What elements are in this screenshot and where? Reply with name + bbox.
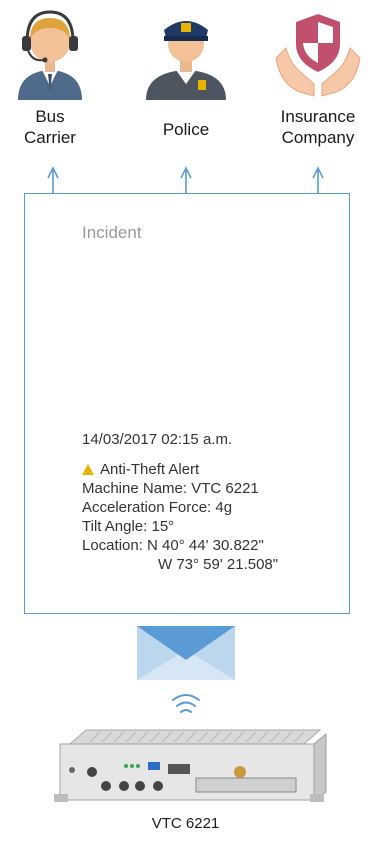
warning-icon (82, 464, 94, 475)
headset-agent-icon (18, 10, 82, 100)
insurance-shield-icon (275, 14, 361, 97)
recipient-police-label: Police (162, 120, 210, 139)
incident-title: Incident (82, 223, 142, 242)
machine-name: Machine Name: VTC 6221 (82, 480, 259, 497)
tilt-angle: Tilt Angle: 15° (82, 518, 175, 535)
alert-line: Anti-Theft Alert (82, 460, 199, 479)
recipient-bus-carrier-label: Bus Carrier (24, 107, 76, 147)
recipient-insurance-label: Insurance Company (280, 107, 356, 147)
police-officer-icon (146, 21, 226, 100)
envelope-icon (137, 626, 235, 680)
location-line-1: Location: N 40° 44' 30.822" (82, 537, 264, 554)
device-box-icon (54, 729, 327, 802)
alert-text: Anti-Theft Alert (100, 461, 200, 478)
acceleration-force: Acceleration Force: 4g (82, 499, 233, 516)
device-label: VTC 6221 (151, 815, 220, 832)
location-line-2: W 73° 59' 21.508" (158, 556, 279, 573)
incident-timestamp: 14/03/2017 02:15 a.m. (82, 431, 233, 448)
wifi-icon (172, 694, 200, 713)
